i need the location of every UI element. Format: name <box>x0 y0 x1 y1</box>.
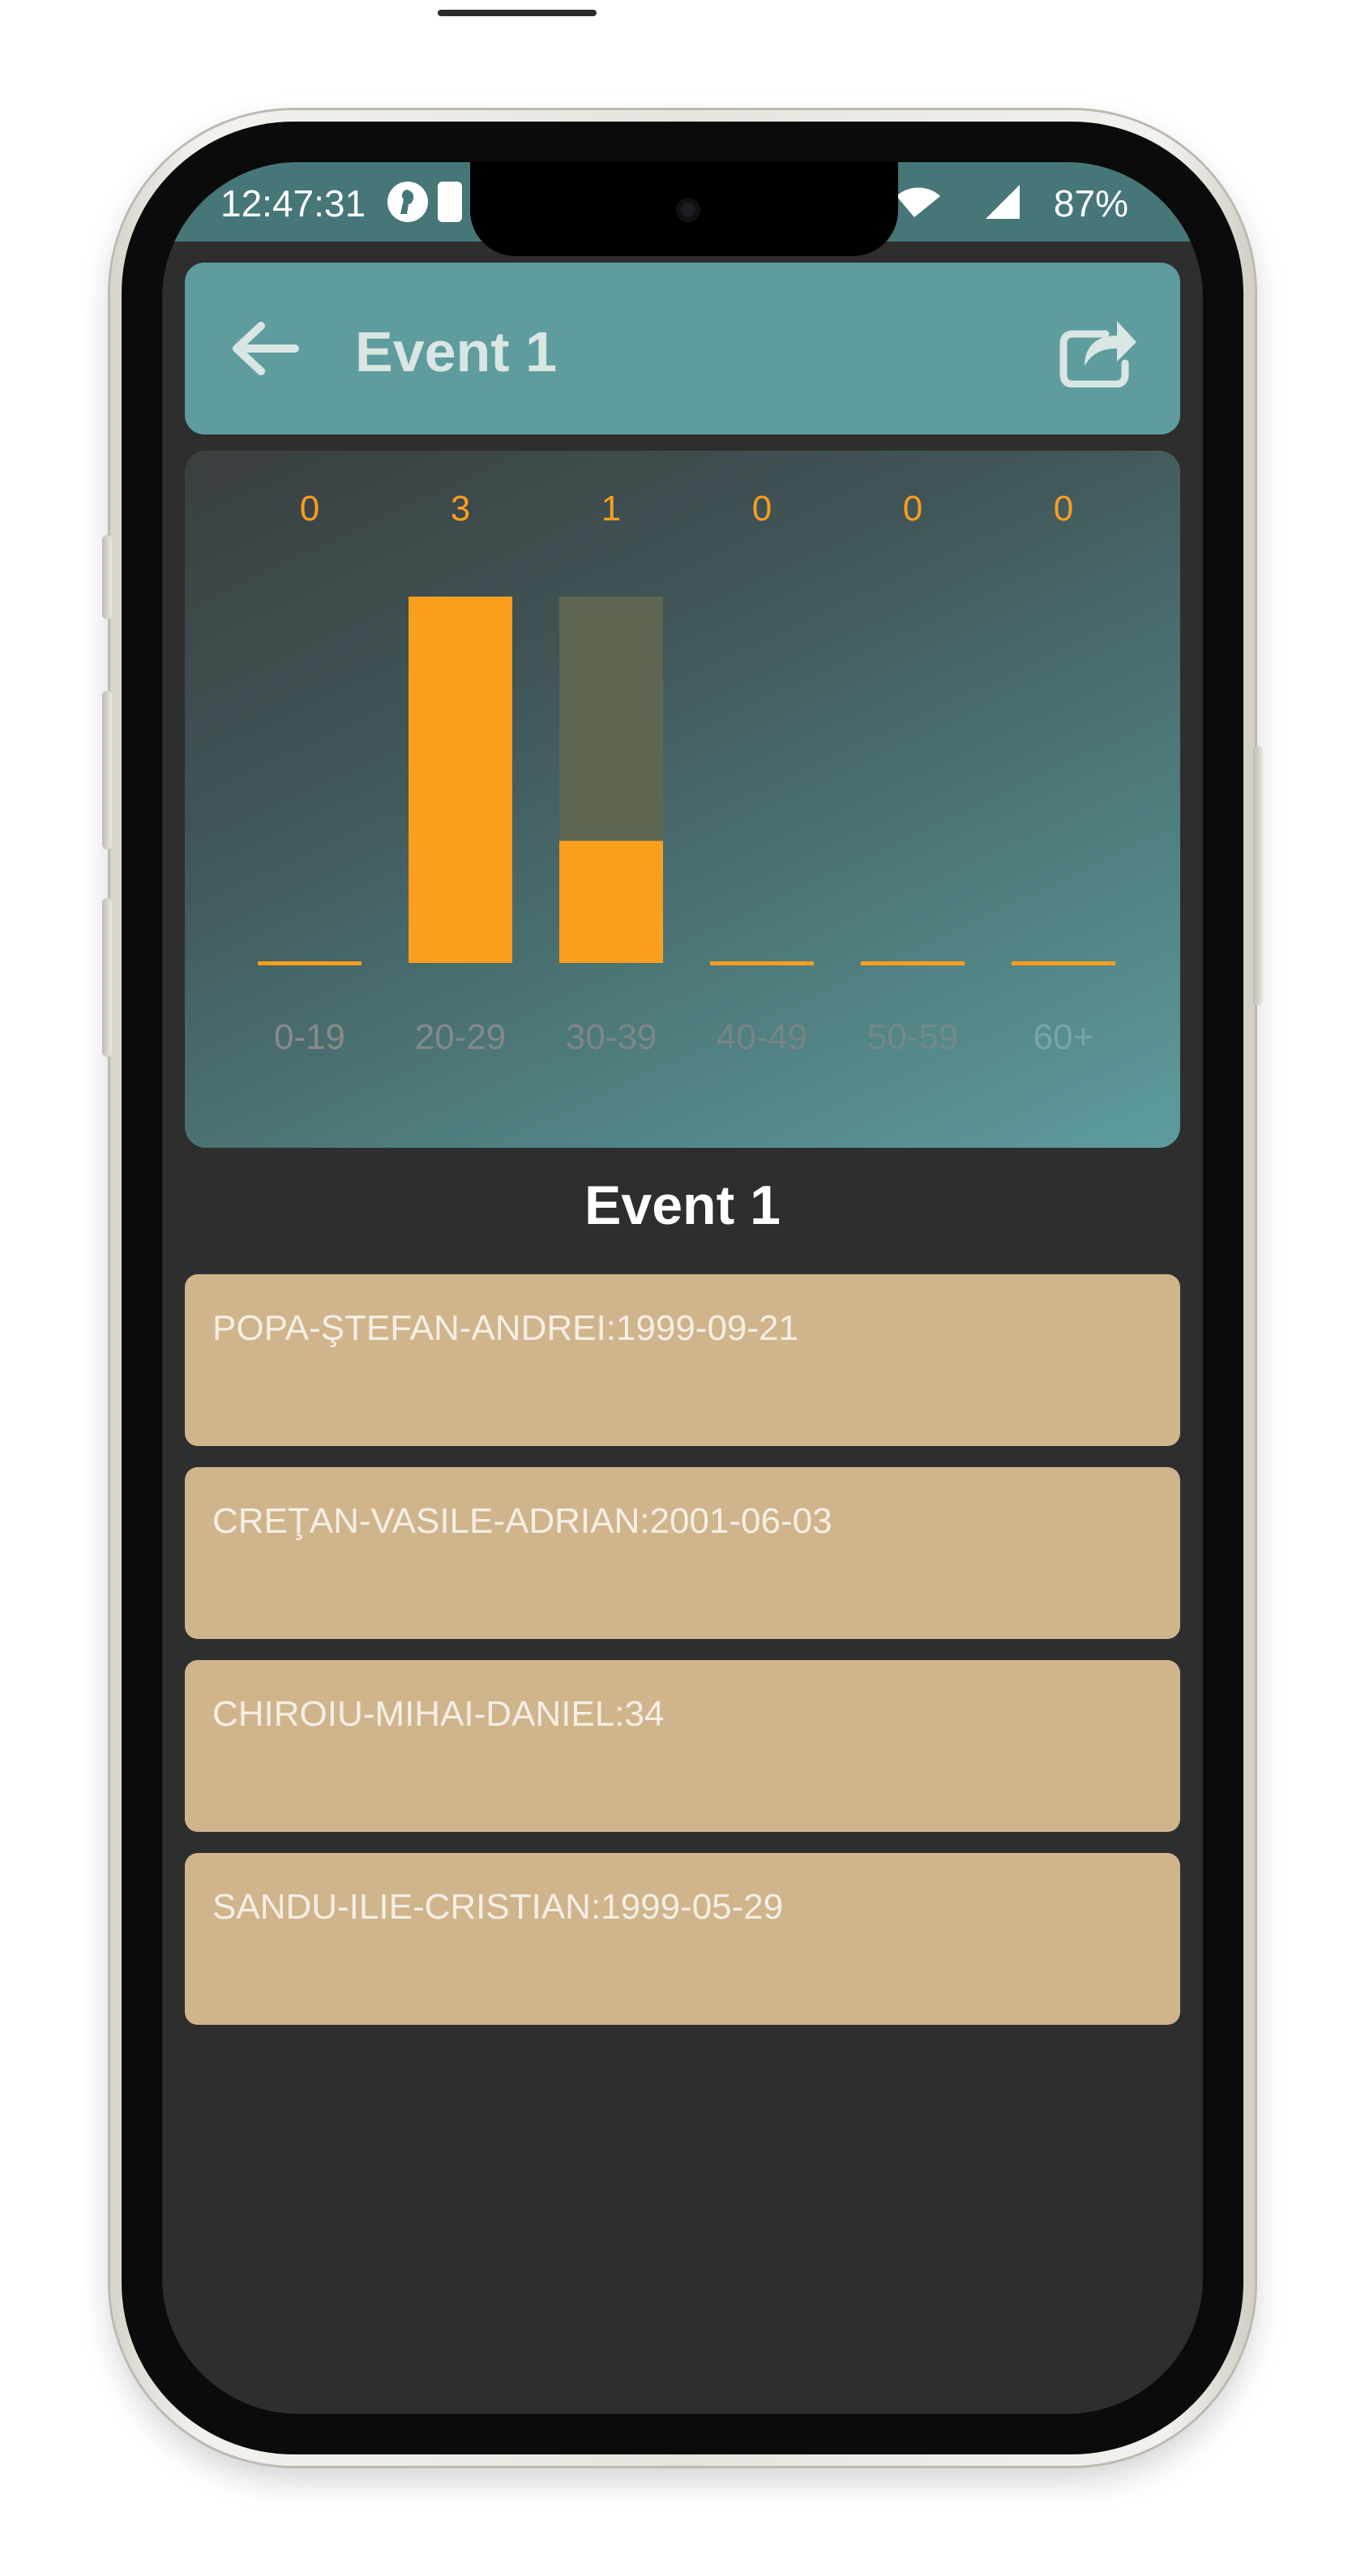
list-item[interactable]: POPA-ŞTEFAN-ANDREI:1999-09-21 <box>185 1274 1180 1446</box>
list-item-label: CHIROIU-MIHAI-DANIEL:34 <box>212 1694 665 1734</box>
app-bar: Event 1 <box>185 263 1180 434</box>
section-title: Event 1 <box>584 1175 781 1236</box>
bar[interactable] <box>1012 961 1115 965</box>
category-label: 0-19 <box>274 1017 345 1057</box>
bar[interactable] <box>861 961 965 965</box>
bar-value-label: 0 <box>300 489 319 528</box>
mute-switch <box>102 535 112 619</box>
category-label: 30-39 <box>566 1017 657 1057</box>
participant-list: POPA-ŞTEFAN-ANDREI:1999-09-21 CREŢAN-VAS… <box>185 1274 1180 2046</box>
bar[interactable] <box>710 961 814 965</box>
volume-down-button <box>102 898 112 1057</box>
list-item-label: CREŢAN-VASILE-ADRIAN:2001-06-03 <box>212 1501 832 1541</box>
signal-icon <box>986 185 1020 219</box>
teams-icon <box>438 182 462 222</box>
screen: 12:47:31 87% Event 1 0 0-19 3 20-29 1 30… <box>162 162 1203 2414</box>
list-item[interactable]: CREŢAN-VASILE-ADRIAN:2001-06-03 <box>185 1467 1180 1639</box>
bar-value-label: 0 <box>1054 489 1073 528</box>
volume-up-button <box>102 691 112 849</box>
bar-value-label: 0 <box>903 489 922 528</box>
category-label: 50-59 <box>867 1017 959 1057</box>
wifi-icon <box>896 187 940 217</box>
bar-value-label: 1 <box>601 489 621 528</box>
age-distribution-chart: 0 0-19 3 20-29 1 30-39 0 40-49 0 50-59 0 60+ <box>185 451 1180 1148</box>
bar[interactable] <box>258 961 362 965</box>
list-item-label: POPA-ŞTEFAN-ANDREI:1999-09-21 <box>212 1308 798 1348</box>
bar-value-label: 0 <box>752 489 772 528</box>
battery-percent: 87% <box>1053 182 1128 225</box>
category-label: 40-49 <box>717 1017 808 1057</box>
category-label: 60+ <box>1033 1017 1094 1057</box>
app-icon <box>387 182 428 222</box>
bar[interactable] <box>409 597 512 963</box>
arrow-left-icon <box>233 322 299 375</box>
list-item[interactable]: CHIROIU-MIHAI-DANIEL:34 <box>185 1660 1180 1832</box>
bar-chart-svg: 0 0-19 3 20-29 1 30-39 0 40-49 0 50-59 0 60+ <box>258 489 1115 1057</box>
power-button <box>1253 746 1263 1005</box>
category-label: 20-29 <box>415 1017 507 1057</box>
bar-value-label: 3 <box>451 489 470 528</box>
app-bar-title: Event 1 <box>355 320 557 383</box>
front-camera <box>676 198 700 222</box>
camera-notch <box>470 162 898 256</box>
back-button[interactable] <box>230 319 303 378</box>
share-icon <box>1059 321 1136 388</box>
share-button[interactable] <box>1057 310 1138 388</box>
list-item-label: SANDU-ILIE-CRISTIAN:1999-05-29 <box>212 1887 784 1927</box>
list-item[interactable]: SANDU-ILIE-CRISTIAN:1999-05-29 <box>185 1853 1180 2025</box>
bar[interactable] <box>559 841 663 963</box>
status-time: 12:47:31 <box>220 182 366 225</box>
earpiece-speaker <box>438 10 597 16</box>
